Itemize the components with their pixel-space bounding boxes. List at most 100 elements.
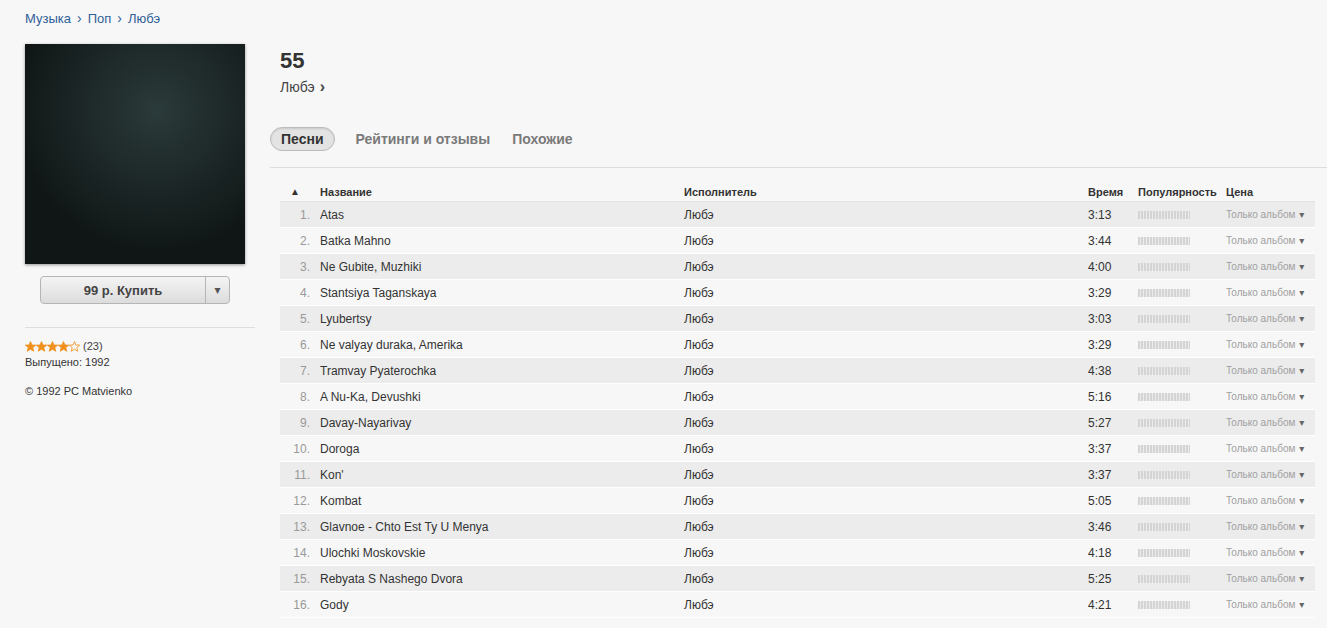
- price-label[interactable]: Только альбом: [1226, 443, 1295, 454]
- track-artist[interactable]: Любэ: [684, 312, 1088, 326]
- track-title[interactable]: Ne Gubite, Muzhiki: [310, 260, 684, 274]
- column-header[interactable]: Название: [310, 186, 684, 198]
- table-row[interactable]: 5.LyubertsyЛюбэ3:03Только альбом▾: [280, 306, 1315, 332]
- price-button[interactable]: Только альбом ▾: [1226, 573, 1315, 584]
- price-label[interactable]: Только альбом: [1226, 469, 1295, 480]
- price-label[interactable]: Только альбом: [1226, 261, 1295, 272]
- price-label[interactable]: Только альбом: [1226, 417, 1295, 428]
- table-row[interactable]: 4.Stantsiya TaganskayaЛюбэ3:29Только аль…: [280, 280, 1315, 306]
- column-header[interactable]: Популярность: [1138, 186, 1226, 198]
- track-title[interactable]: Davay-Nayarivay: [310, 416, 684, 430]
- price-label[interactable]: Только альбом: [1226, 365, 1295, 376]
- price-menu[interactable]: ▾: [1299, 313, 1304, 324]
- breadcrumb-item[interactable]: Поп: [88, 11, 112, 26]
- price-menu[interactable]: ▾: [1299, 469, 1304, 480]
- breadcrumb-item[interactable]: Музыка: [25, 11, 71, 26]
- tab[interactable]: Похожие: [511, 127, 573, 151]
- price-button[interactable]: Только альбом ▾: [1226, 547, 1315, 558]
- column-header[interactable]: Время: [1088, 186, 1138, 198]
- track-title[interactable]: Ne valyay duraka, Amerika: [310, 338, 684, 352]
- track-title[interactable]: Kombat: [310, 494, 684, 508]
- track-artist[interactable]: Любэ: [684, 416, 1088, 430]
- price-button[interactable]: Только альбом ▾: [1226, 469, 1315, 480]
- table-row[interactable]: 1.AtasЛюбэ3:13Только альбом▾: [280, 202, 1315, 228]
- price-menu[interactable]: ▾: [1299, 521, 1304, 532]
- price-menu[interactable]: ▾: [1299, 339, 1304, 350]
- price-menu[interactable]: ▾: [1299, 235, 1304, 246]
- price-menu[interactable]: ▾: [1299, 573, 1304, 584]
- track-title[interactable]: Glavnoe - Chto Est Ty U Menya: [310, 520, 684, 534]
- track-artist[interactable]: Любэ: [684, 494, 1088, 508]
- price-menu[interactable]: ▾: [1299, 365, 1304, 376]
- price-label[interactable]: Только альбом: [1226, 313, 1295, 324]
- price-label[interactable]: Только альбом: [1226, 573, 1295, 584]
- price-label[interactable]: Только альбом: [1226, 599, 1295, 610]
- track-title[interactable]: Lyubertsy: [310, 312, 684, 326]
- column-header[interactable]: Цена: [1226, 186, 1315, 198]
- price-button[interactable]: Только альбом ▾: [1226, 287, 1315, 298]
- price-button[interactable]: Только альбом ▾: [1226, 521, 1315, 532]
- track-artist[interactable]: Любэ: [684, 234, 1088, 248]
- price-label[interactable]: Только альбом: [1226, 521, 1295, 532]
- track-artist[interactable]: Любэ: [684, 286, 1088, 300]
- buy-button[interactable]: 99 р. Купить▾: [40, 276, 230, 304]
- track-title[interactable]: Gody: [310, 598, 684, 612]
- column-header[interactable]: ▲: [280, 186, 310, 197]
- track-artist[interactable]: Любэ: [684, 442, 1088, 456]
- price-menu[interactable]: ▾: [1299, 417, 1304, 428]
- table-row[interactable]: 10.DorogaЛюбэ3:37Только альбом▾: [280, 436, 1315, 462]
- price-label[interactable]: Только альбом: [1226, 547, 1295, 558]
- buy-menu-button[interactable]: ▾: [205, 277, 229, 303]
- table-row[interactable]: 13.Glavnoe - Chto Est Ty U MenyaЛюбэ3:46…: [280, 514, 1315, 540]
- track-title[interactable]: A Nu-Ka, Devushki: [310, 390, 684, 404]
- price-menu[interactable]: ▾: [1299, 599, 1304, 610]
- price-label[interactable]: Только альбом: [1226, 287, 1295, 298]
- track-title[interactable]: Batka Mahno: [310, 234, 684, 248]
- artist-link[interactable]: Любэ›: [280, 78, 1327, 96]
- breadcrumb-item[interactable]: Любэ: [128, 11, 160, 26]
- track-artist[interactable]: Любэ: [684, 546, 1088, 560]
- track-title[interactable]: Doroga: [310, 442, 684, 456]
- track-title[interactable]: Tramvay Pyaterochka: [310, 364, 684, 378]
- track-artist[interactable]: Любэ: [684, 572, 1088, 586]
- track-artist[interactable]: Любэ: [684, 260, 1088, 274]
- track-artist[interactable]: Любэ: [684, 468, 1088, 482]
- table-row[interactable]: 9.Davay-NayarivayЛюбэ5:27Только альбом▾: [280, 410, 1315, 436]
- table-row[interactable]: 7.Tramvay PyaterochkaЛюбэ4:38Только альб…: [280, 358, 1315, 384]
- price-button[interactable]: Только альбом▾: [1226, 391, 1315, 402]
- buy-button-label[interactable]: 99 р. Купить: [41, 277, 205, 303]
- price-button[interactable]: Только альбом ▾: [1226, 235, 1315, 246]
- price-menu[interactable]: ▾: [1299, 495, 1304, 506]
- artist-name[interactable]: Любэ: [280, 79, 315, 95]
- table-row[interactable]: 15.Rebyata S Nashego DvoraЛюбэ5:25Только…: [280, 566, 1315, 592]
- table-row[interactable]: 8.A Nu-Ka, DevushkiЛюбэ5:16Только альбом…: [280, 384, 1315, 410]
- track-artist[interactable]: Любэ: [684, 208, 1088, 222]
- price-button[interactable]: Только альбом ▾: [1226, 209, 1315, 220]
- price-menu[interactable]: ▾: [1299, 547, 1304, 558]
- track-title[interactable]: Stantsiya Taganskaya: [310, 286, 684, 300]
- table-row[interactable]: 14.Ulochki MoskovskieЛюбэ4:18Только альб…: [280, 540, 1315, 566]
- track-artist[interactable]: Любэ: [684, 520, 1088, 534]
- price-button[interactable]: Только альбом ▾: [1226, 313, 1315, 324]
- column-header[interactable]: Исполнитель: [684, 186, 1088, 198]
- table-row[interactable]: 11.Kon'Любэ3:37Только альбом▾: [280, 462, 1315, 488]
- price-label[interactable]: Только альбом: [1226, 339, 1295, 350]
- price-button[interactable]: Только альбом▾: [1226, 261, 1315, 272]
- price-button[interactable]: Только альбом ▾: [1226, 417, 1315, 428]
- price-label[interactable]: Только альбом: [1226, 209, 1295, 220]
- price-button[interactable]: Только альбом ▾: [1226, 495, 1315, 506]
- price-button[interactable]: Только альбом ▾: [1226, 365, 1315, 376]
- track-title[interactable]: Kon': [310, 468, 684, 482]
- price-label[interactable]: Только альбом: [1226, 235, 1295, 246]
- price-label[interactable]: Только альбом: [1226, 495, 1295, 506]
- table-row[interactable]: 3.Ne Gubite, MuzhikiЛюбэ4:00Только альбо…: [280, 254, 1315, 280]
- tab[interactable]: Рейтинги и отзывы: [355, 127, 492, 151]
- price-button[interactable]: Только альбом ▾: [1226, 599, 1315, 610]
- price-button[interactable]: Только альбом ▾: [1226, 339, 1315, 350]
- table-row[interactable]: 12.KombatЛюбэ5:05Только альбом▾: [280, 488, 1315, 514]
- track-title[interactable]: Ulochki Moskovskie: [310, 546, 684, 560]
- track-artist[interactable]: Любэ: [684, 338, 1088, 352]
- price-menu[interactable]: ▾: [1299, 287, 1304, 298]
- track-artist[interactable]: Любэ: [684, 390, 1088, 404]
- price-menu[interactable]: ▾: [1299, 209, 1304, 220]
